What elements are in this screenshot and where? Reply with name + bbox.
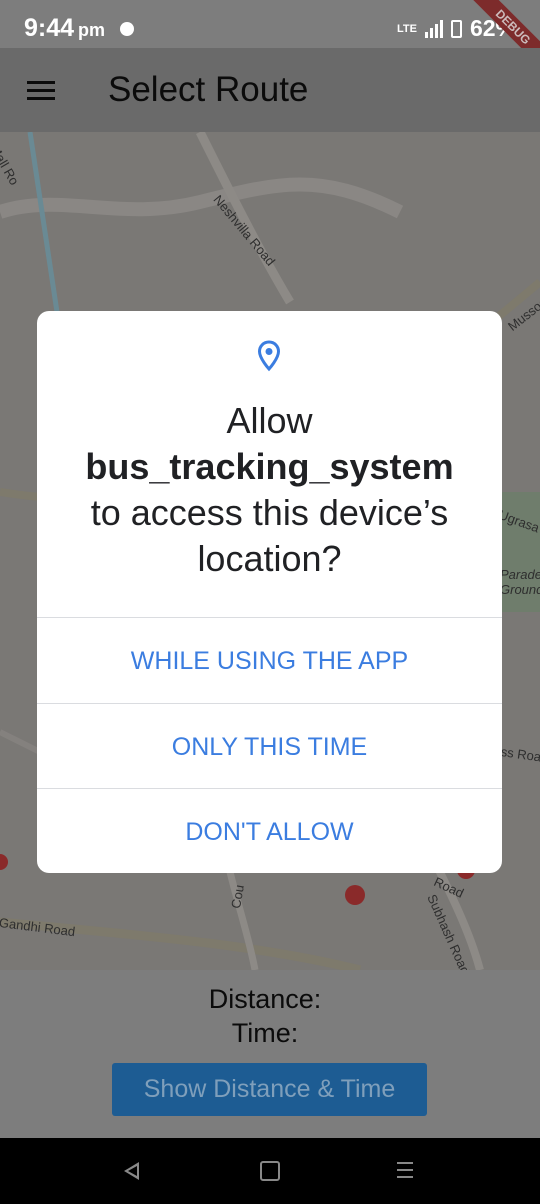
bottom-panel: Distance: Time: Show Distance & Time — [0, 970, 540, 1138]
location-pin-icon — [257, 340, 281, 372]
while-using-app-button[interactable]: WHILE USING THE APP — [37, 619, 502, 704]
clock-ampm: pm — [78, 20, 106, 40]
clock: 9:44 — [24, 14, 75, 42]
divider — [37, 788, 502, 789]
dialog-app-name: bus_tracking_system — [85, 446, 454, 487]
divider — [37, 617, 502, 618]
battery-icon — [450, 19, 462, 38]
map-label: Parade Ground — [500, 567, 540, 597]
notification-icon — [120, 22, 134, 36]
recent-apps-icon[interactable] — [397, 1162, 413, 1183]
time-label: Time: — [231, 1018, 299, 1048]
network-type: LTE — [396, 22, 417, 35]
dialog-title-suffix: to access this device’s location? — [90, 492, 449, 579]
app-bar: Select Route — [0, 48, 540, 132]
home-icon[interactable] — [260, 1161, 280, 1181]
dialog-title-prefix: Allow — [226, 400, 313, 441]
menu-icon[interactable] — [27, 81, 55, 101]
dialog-title: Allow bus_tracking_system to access this… — [37, 398, 502, 582]
show-distance-time-button[interactable]: Show Distance & Time — [112, 1063, 427, 1116]
only-this-time-button[interactable]: ONLY THIS TIME — [37, 705, 502, 790]
distance-label: Distance: — [208, 984, 322, 1014]
back-icon-inner — [128, 1166, 137, 1176]
page-title: Select Route — [108, 70, 309, 109]
status-time: 9:44 pm — [24, 14, 105, 43]
divider — [37, 703, 502, 704]
dont-allow-button[interactable]: DON'T ALLOW — [37, 790, 502, 875]
signal-icon — [424, 19, 443, 38]
status-bar: 9:44 pm LTE 62% DEBUG — [0, 0, 540, 73]
